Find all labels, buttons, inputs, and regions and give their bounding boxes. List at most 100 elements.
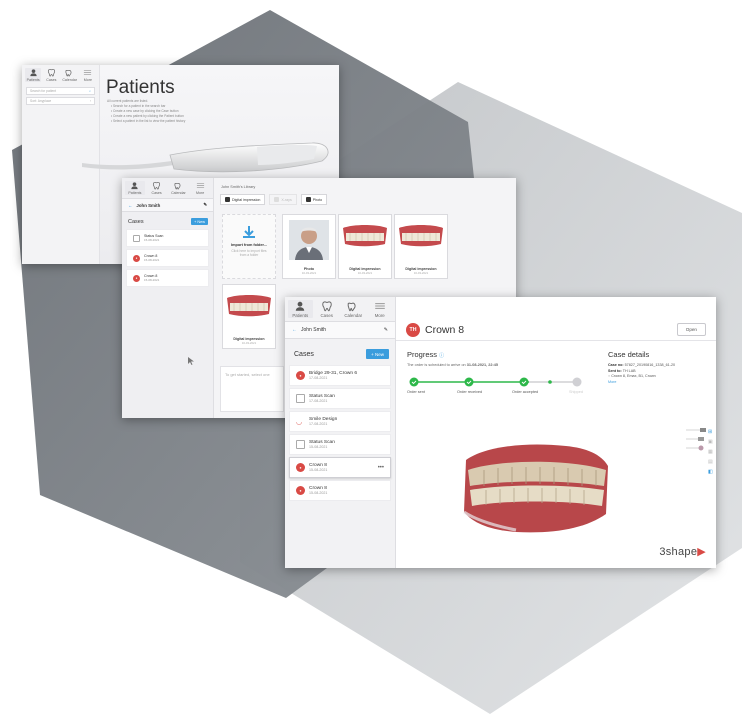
back-arrow-icon[interactable]: ← [292, 327, 297, 333]
marketing-collage: Patients Cases Calendar More Search for … [0, 0, 752, 718]
nav-tabs: Patients Cases Calendar More [22, 65, 99, 85]
progress-track [409, 377, 582, 387]
filter-label: Digital impression [232, 197, 261, 202]
edit-icon[interactable]: ✎ [203, 202, 207, 208]
sort-dropdown[interactable]: Sort: Anyplace › [26, 97, 95, 105]
tab-label: Patients [128, 191, 142, 195]
case-main: TH Crown 8 Open Progress ⓘ The order is … [396, 297, 716, 568]
tab-cases[interactable]: Cases [315, 300, 340, 318]
case-details: Case no: 57827_20190816_1338_61-20 Sent … [608, 363, 675, 385]
impression-tile[interactable]: Digital impression 16-03-2021 [394, 214, 448, 279]
case-list-item[interactable]: ● Crown 8 15-08-2021 [126, 269, 209, 287]
tooth-icon [322, 301, 332, 312]
step-done-icon [519, 377, 529, 387]
progress-text: The order is scheduled to arrive on 31-0… [407, 363, 498, 367]
case-list-item[interactable]: Status Scan 15-08-2021 [289, 434, 391, 455]
new-case-button[interactable]: + New [191, 218, 208, 225]
sent-to: TH LAB [622, 368, 636, 373]
dental-scan-image [227, 295, 271, 317]
instruction-line: • Select a patient in the list to view t… [111, 119, 186, 123]
patient-name: John Smith [136, 202, 161, 208]
search-placeholder: Search for patient [30, 89, 57, 93]
tab-calendar[interactable]: Calendar [62, 68, 78, 82]
teeth-icon [174, 182, 181, 190]
menu-icon [374, 303, 385, 309]
overlay-icon[interactable]: ▤ [708, 457, 713, 467]
open-button[interactable]: Open [676, 323, 706, 336]
nav-tabs: Patients Cases Calendar More [122, 178, 213, 198]
tab-label: Calendar [62, 78, 77, 82]
tile-date: 16-03-2021 [357, 271, 373, 275]
cube-icon[interactable]: ▣ [708, 437, 713, 447]
tab-patients[interactable]: Patients [125, 181, 145, 195]
case-date: 17-08-2021 [309, 376, 328, 380]
step-done-icon [464, 377, 474, 387]
import-tile[interactable]: Import from folder... Click here to impo… [222, 214, 276, 279]
patients-icon [131, 182, 139, 190]
more-options-icon[interactable]: ••• [378, 465, 384, 471]
case-details-heading: Case details [608, 350, 650, 359]
filter-photo[interactable]: Photo [300, 194, 328, 205]
filter-xrays[interactable]: X-rays [269, 194, 297, 205]
case-list-item[interactable]: ● Crown 8 15-08-2021 [126, 249, 209, 267]
grid-icon[interactable]: ▦ [708, 447, 713, 457]
case-items: Crown 8, Emax, B1, Crown [611, 374, 656, 379]
progress-steps: Order sent Order received Order accepted… [407, 377, 589, 397]
case-date: 17-08-2021 [309, 422, 328, 426]
impression-tile[interactable]: Digital impression 16-03-2021 [222, 284, 276, 349]
case-list-item[interactable]: Status Scan 15-08-2021 [126, 229, 209, 247]
tab-cases[interactable]: Cases [43, 68, 59, 82]
dental-3d-model[interactable] [456, 440, 616, 540]
tab-calendar[interactable]: Calendar [341, 300, 366, 318]
tooth-icon: ◌ [608, 374, 611, 379]
tab-patients[interactable]: Patients [25, 68, 42, 82]
case-list-item[interactable]: Status Scan 17-08-2021 [289, 388, 391, 409]
case-list-item-selected[interactable]: ● Crown 8 15-08-2021 ••• [289, 457, 391, 478]
brand-logo: 3shape▶ [659, 545, 706, 558]
crown-icon: ● [133, 254, 140, 262]
view-toggle-icons: ⊞ ▣ ▦ ▤ ◧ [708, 427, 713, 477]
tile-date: 16-03-2021 [301, 271, 317, 275]
scan-icon [296, 394, 305, 403]
tab-label: Patients [26, 78, 40, 82]
impression-tile[interactable]: Digital impression 16-03-2021 [338, 214, 392, 279]
more-link[interactable]: More [608, 380, 675, 386]
photo-tile[interactable]: Photo 16-03-2021 [282, 214, 336, 279]
tab-more[interactable]: More [190, 181, 210, 195]
dental-scan-image [399, 225, 443, 247]
tab-label: More [196, 191, 205, 195]
scan-icon [133, 234, 140, 242]
new-case-button[interactable]: + New [366, 349, 389, 359]
case-date: 15-08-2021 [144, 278, 160, 282]
case-list-item[interactable]: ● Crown 8 15-08-2021 [289, 480, 391, 501]
tile-date: 16-03-2021 [241, 341, 257, 345]
tab-label: Cases [46, 78, 57, 82]
case-window: Patients Cases Calendar More ← John Smit… [285, 297, 716, 568]
compare-icon[interactable]: ◧ [708, 467, 713, 477]
tab-more[interactable]: More [368, 300, 393, 318]
info-icon[interactable]: ⓘ [439, 353, 444, 359]
tab-cases[interactable]: Cases [147, 181, 167, 195]
tab-label: Patients [292, 313, 309, 318]
tile-date: 16-03-2021 [413, 271, 429, 275]
tab-more[interactable]: More [80, 68, 96, 82]
patients-icon [29, 69, 37, 77]
layers-icon[interactable]: ⊞ [708, 427, 713, 437]
step-label: Order accepted [512, 390, 539, 394]
tab-patients[interactable]: Patients [288, 300, 313, 318]
filter-digital-impression[interactable]: Digital impression [220, 194, 266, 205]
edit-icon[interactable]: ✎ [384, 327, 388, 333]
case-list-item[interactable]: ● Bridge 29-31, Crown 6 17-08-2021 [289, 365, 391, 386]
library-title: John Smith's Library [221, 185, 256, 189]
search-input[interactable]: Search for patient ⌕ [26, 87, 95, 95]
cases-heading: Cases [294, 350, 314, 358]
tab-calendar[interactable]: Calendar [169, 181, 189, 195]
back-arrow-icon[interactable]: ← [128, 203, 132, 208]
step-done-icon [409, 377, 419, 387]
case-date: 15-08-2021 [309, 468, 328, 472]
sent-to-label: Sent to: [608, 368, 622, 373]
nav-tabs: Patients Cases Calendar More [285, 297, 395, 321]
viewer-controls: ⊞ ▣ ▦ ▤ ◧ [686, 425, 716, 475]
case-list-item[interactable]: ◡ Smile Design 17-08-2021 [289, 411, 391, 432]
progress-text-prefix: The order is scheduled to arrive on [407, 363, 467, 367]
